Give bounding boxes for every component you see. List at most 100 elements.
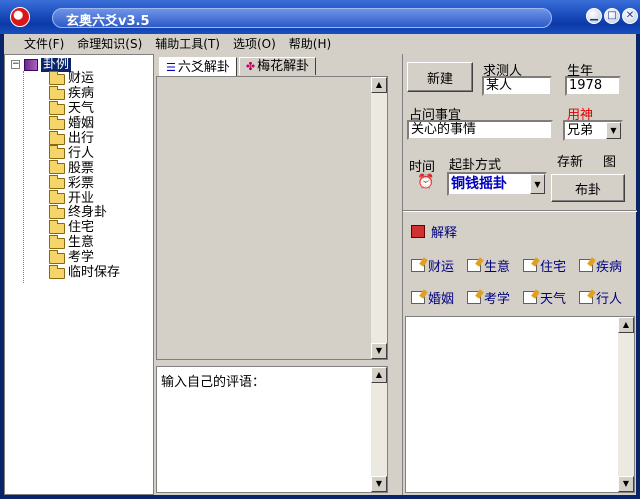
note-icon (467, 259, 481, 272)
chevron-down-icon[interactable]: ▼ (530, 174, 545, 194)
tree-item-chuxing[interactable]: 出行 (11, 130, 120, 147)
tree-item-label: 临时保存 (68, 265, 121, 281)
tree-item-label: 天气 (68, 101, 95, 117)
tree-item-caipiao[interactable]: 彩票 (11, 175, 120, 191)
tree-root[interactable]: − 卦例 (11, 57, 120, 72)
topic-jibing[interactable]: 疾病 (579, 256, 622, 275)
comment-textarea[interactable]: 输入自己的评语： ▲ ▼ (156, 366, 388, 493)
tree-item-jibing[interactable]: 疾病 (11, 85, 120, 102)
note-icon (523, 291, 537, 304)
interpret-label: 解释 (431, 226, 458, 241)
method-label: 起卦方式 (449, 158, 502, 173)
method-select[interactable]: 铜钱摇卦 ▼ (447, 172, 547, 196)
tree-item-label: 出行 (68, 131, 95, 146)
topic-shengyi[interactable]: 生意 (467, 256, 510, 275)
menu-tools[interactable]: 辅助工具(T) (149, 34, 227, 54)
tree-item-linshibaocun[interactable]: 临时保存 (11, 264, 121, 281)
tree-item-kaiye[interactable]: 开业 (11, 190, 120, 206)
cast-button[interactable]: 布卦 (551, 174, 625, 202)
tab-strip: ☰ 六爻解卦 ✤ 梅花解卦 (159, 57, 318, 76)
tree-item-label: 股票 (68, 160, 95, 176)
topic-label: 考学 (484, 292, 511, 307)
tab-liuyao[interactable]: ☰ 六爻解卦 (159, 57, 237, 76)
document-icon (411, 225, 425, 238)
folder-icon (49, 85, 65, 100)
interpretation-text-area[interactable]: ▲ ▼ (405, 316, 635, 493)
folder-icon (49, 70, 65, 85)
tree-item-label: 彩票 (68, 175, 95, 191)
topic-label: 财运 (428, 260, 455, 275)
result-scrollbar[interactable]: ▲ ▼ (371, 77, 387, 359)
tree-item-xingren[interactable]: 行人 (11, 145, 120, 161)
folder-icon (49, 160, 65, 175)
tree-item-zhuzhai[interactable]: 住宅 (11, 219, 120, 236)
minimize-icon[interactable]: ▁ (586, 8, 602, 24)
maximize-icon[interactable]: □ (604, 8, 620, 24)
matter-input[interactable]: 关心的事情 (407, 120, 553, 140)
tree-item-gupiao[interactable]: 股票 (11, 160, 120, 176)
scroll-down-icon[interactable]: ▼ (371, 343, 387, 359)
note-icon (411, 291, 425, 304)
save-new-label[interactable]: 存新 (557, 151, 583, 170)
topic-label: 行人 (596, 292, 623, 307)
yongshen-select[interactable]: 兄弟 ▼ (563, 120, 623, 141)
interpret-link[interactable]: 解释 (411, 222, 457, 241)
tree-item-zhongshengua[interactable]: 终身卦 (11, 204, 120, 221)
picture-label[interactable]: 图 (603, 151, 616, 170)
menu-options[interactable]: 选项(O) (227, 34, 283, 54)
topic-tianqi[interactable]: 天气 (523, 288, 566, 307)
tree-root-label[interactable]: 卦例 (41, 57, 72, 72)
note-icon (467, 291, 481, 304)
comment-scrollbar[interactable]: ▲ ▼ (371, 367, 387, 492)
window-title: 玄奥六爻v3.5 (66, 14, 150, 29)
tab-label: 梅花解卦 (257, 59, 310, 74)
topic-xingren[interactable]: 行人 (579, 288, 622, 307)
tree-item-caiyun[interactable]: 财运 (11, 70, 120, 87)
case-tree: − 卦例 财运 疾病 天气 婚姻 出行 行人 股票 彩票 开业 终身卦 住宅 生… (11, 57, 121, 283)
clock-icon[interactable]: ⏰ (417, 174, 434, 190)
chevron-down-icon[interactable]: ▼ (606, 122, 621, 139)
case-tree-panel: − 卦例 财运 疾病 天气 婚姻 出行 行人 股票 彩票 开业 终身卦 住宅 生… (4, 54, 154, 495)
tree-item-tianqi[interactable]: 天气 (11, 100, 120, 117)
topic-kaoxue[interactable]: 考学 (467, 288, 510, 307)
tree-item-label: 婚姻 (68, 116, 95, 132)
topic-label: 生意 (484, 260, 511, 275)
scroll-up-icon[interactable]: ▲ (371, 367, 387, 383)
tab-meihua[interactable]: ✤ 梅花解卦 (238, 57, 317, 75)
tree-item-label: 住宅 (68, 220, 95, 236)
tree-item-shengyi[interactable]: 生意 (11, 234, 120, 251)
divider (403, 210, 637, 212)
topic-zhuzhai[interactable]: 住宅 (523, 256, 566, 275)
title-bar[interactable]: 玄奥六爻v3.5 ▁ □ ✕ (0, 0, 640, 34)
birth-year-input[interactable]: 1978 (565, 76, 621, 96)
result-area[interactable]: ▲ ▼ (156, 76, 388, 360)
tree-item-hunyin[interactable]: 婚姻 (11, 115, 120, 132)
scroll-down-icon[interactable]: ▼ (371, 476, 387, 492)
interpretation-scrollbar[interactable]: ▲ ▼ (618, 317, 634, 492)
book-icon (24, 58, 38, 71)
menu-file[interactable]: 文件(F) (4, 34, 71, 54)
scroll-up-icon[interactable]: ▲ (618, 317, 634, 333)
new-button[interactable]: 新建 (407, 62, 473, 92)
folder-icon (49, 100, 65, 115)
asker-input[interactable]: 某人 (482, 76, 552, 96)
folder-icon (49, 219, 65, 234)
close-icon[interactable]: ✕ (622, 8, 638, 24)
menu-knowledge[interactable]: 命理知识(S) (71, 34, 149, 54)
tree-item-label: 财运 (68, 71, 95, 87)
topic-label: 婚姻 (428, 292, 455, 307)
app-icon[interactable] (10, 7, 30, 27)
collapse-icon[interactable]: − (11, 60, 20, 69)
tab-label: 六爻解卦 (177, 59, 230, 75)
scroll-up-icon[interactable]: ▲ (371, 77, 387, 93)
folder-icon (49, 204, 65, 219)
scroll-down-icon[interactable]: ▼ (618, 476, 634, 492)
tree-item-kaoxue[interactable]: 考学 (11, 249, 120, 266)
menu-bar: 文件(F) 命理知识(S) 辅助工具(T) 选项(O) 帮助(H) (4, 34, 636, 54)
topic-label: 天气 (540, 292, 567, 307)
topic-hunyin[interactable]: 婚姻 (411, 288, 454, 307)
menu-help[interactable]: 帮助(H) (283, 34, 338, 54)
method-value: 铜钱摇卦 (451, 176, 507, 192)
topic-caiyun[interactable]: 财运 (411, 256, 454, 275)
yongshen-value: 兄弟 (567, 123, 594, 138)
